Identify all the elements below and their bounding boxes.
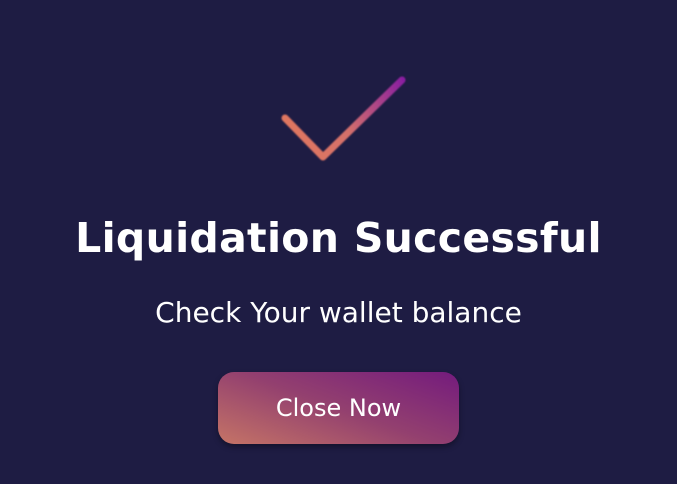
modal-title: Liquidation Successful [75,214,602,262]
close-now-button[interactable]: Close Now [218,372,459,444]
checkmark-icon [281,76,406,161]
modal-subtitle: Check Your wallet balance [155,296,522,329]
